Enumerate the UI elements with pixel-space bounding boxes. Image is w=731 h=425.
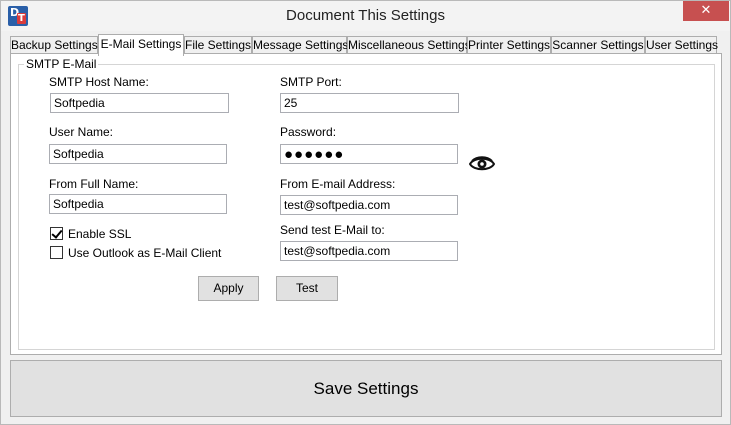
password-input[interactable] bbox=[280, 144, 458, 164]
smtp-host-label: SMTP Host Name: bbox=[49, 75, 149, 89]
from-email-address-label: From E-mail Address: bbox=[280, 177, 396, 191]
close-button[interactable]: ✕ bbox=[683, 1, 729, 21]
enable-ssl-checkbox[interactable] bbox=[50, 227, 63, 240]
smtp-email-group: SMTP E-Mail SMTP Host Name: SMTP Port: U… bbox=[18, 57, 715, 350]
user-name-input[interactable] bbox=[49, 144, 227, 164]
apply-button[interactable]: Apply bbox=[198, 276, 259, 301]
from-full-name-input[interactable] bbox=[49, 194, 227, 214]
tab-email-settings[interactable]: E-Mail Settings bbox=[98, 34, 184, 56]
enable-ssl-label[interactable]: Enable SSL bbox=[68, 227, 131, 241]
tab-strip: Backup Settings E-Mail Settings File Set… bbox=[10, 34, 722, 56]
email-settings-panel: SMTP E-Mail SMTP Host Name: SMTP Port: U… bbox=[10, 53, 722, 355]
smtp-port-input[interactable] bbox=[280, 93, 459, 113]
user-name-label: User Name: bbox=[49, 125, 114, 139]
from-full-name-label: From Full Name: bbox=[49, 177, 139, 191]
window-title: Document This Settings bbox=[286, 7, 445, 24]
close-icon: ✕ bbox=[700, 3, 712, 18]
from-email-address-input[interactable] bbox=[280, 195, 458, 215]
settings-window: D T Document This Settings ✕ Backup Sett… bbox=[0, 0, 731, 425]
save-settings-button[interactable]: Save Settings bbox=[10, 360, 722, 417]
group-title: SMTP E-Mail bbox=[24, 57, 99, 71]
send-test-email-input[interactable] bbox=[280, 241, 458, 261]
use-outlook-label[interactable]: Use Outlook as E-Mail Client bbox=[68, 246, 221, 260]
test-button[interactable]: Test bbox=[276, 276, 338, 301]
use-outlook-checkbox[interactable] bbox=[50, 246, 63, 259]
password-label: Password: bbox=[280, 125, 337, 139]
show-password-eye-icon[interactable] bbox=[469, 156, 495, 172]
smtp-port-label: SMTP Port: bbox=[280, 75, 342, 89]
smtp-host-input[interactable] bbox=[50, 93, 229, 113]
title-bar[interactable]: D T Document This Settings ✕ bbox=[1, 1, 730, 31]
send-test-email-label: Send test E-Mail to: bbox=[280, 223, 385, 237]
